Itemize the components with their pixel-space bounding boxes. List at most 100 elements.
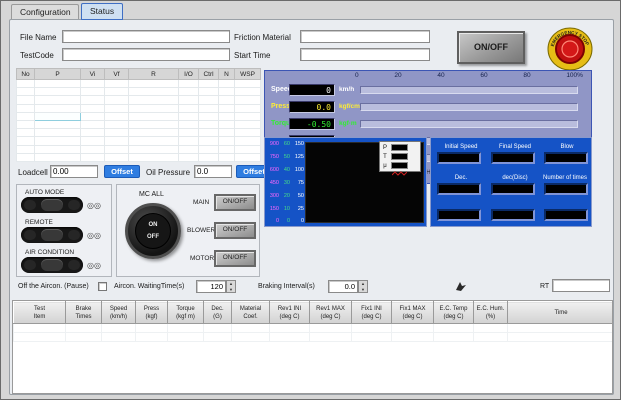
motor-onoff-toggle-button[interactable]: ON/OFF	[214, 250, 256, 267]
schedule-cell[interactable]	[199, 80, 219, 88]
schedule-cell[interactable]	[235, 137, 261, 145]
schedule-cell[interactable]	[129, 80, 179, 88]
schedule-cell[interactable]	[105, 88, 129, 96]
schedule-cell[interactable]	[105, 104, 129, 112]
schedule-cell[interactable]	[219, 80, 235, 88]
schedule-cell[interactable]	[199, 137, 219, 145]
schedule-cell[interactable]	[17, 145, 35, 153]
blower-onoff-toggle-button[interactable]: ON/OFF	[214, 222, 256, 239]
schedule-cell[interactable]	[219, 104, 235, 112]
schedule-cell[interactable]	[179, 104, 199, 112]
mc-all-knob[interactable]: ON OFF	[125, 203, 181, 259]
schedule-cell[interactable]	[35, 80, 81, 88]
schedule-cell[interactable]	[129, 129, 179, 137]
col-brake-times[interactable]: BrakeTimes	[66, 302, 102, 324]
braking-interval-input[interactable]	[328, 280, 358, 293]
schedule-cell[interactable]	[199, 88, 219, 96]
schedule-cell[interactable]	[81, 96, 105, 104]
col-time[interactable]: Time	[508, 302, 614, 324]
testcode-input[interactable]	[62, 48, 230, 61]
schedule-cell[interactable]	[129, 96, 179, 104]
schedule-cell[interactable]	[179, 129, 199, 137]
schedule-cell[interactable]	[199, 104, 219, 112]
schedule-cell[interactable]	[199, 129, 219, 137]
schedule-cell[interactable]	[105, 153, 129, 161]
col-ec-temp[interactable]: E.C. Temp(deg C)	[434, 302, 474, 324]
schedule-cell[interactable]	[235, 88, 261, 96]
col-speed[interactable]: Speed(km/h)	[102, 302, 136, 324]
col-fix1-ini[interactable]: Fix1 INI(deg C)	[352, 302, 392, 324]
schedule-cell[interactable]	[81, 129, 105, 137]
schedule-cell[interactable]	[219, 145, 235, 153]
schedule-cell[interactable]	[35, 96, 81, 104]
air-condition-toggle[interactable]	[21, 257, 83, 273]
schedule-cell[interactable]	[81, 120, 105, 128]
schedule-cell[interactable]	[17, 129, 35, 137]
schedule-cell[interactable]	[129, 112, 179, 120]
schedule-cell[interactable]	[17, 120, 35, 128]
schedule-cell[interactable]	[219, 137, 235, 145]
schedule-cell[interactable]	[199, 96, 219, 104]
schedule-cell[interactable]	[219, 153, 235, 161]
aircon-waiting-input[interactable]	[196, 280, 226, 293]
friction-material-input[interactable]	[300, 30, 430, 43]
tab-status[interactable]: Status	[81, 3, 123, 20]
file-name-input[interactable]	[62, 30, 230, 43]
auto-mode-toggle[interactable]	[21, 197, 83, 213]
schedule-cell[interactable]	[219, 129, 235, 137]
schedule-cell[interactable]	[81, 137, 105, 145]
col-test-item[interactable]: TestItem	[14, 302, 66, 324]
schedule-cell[interactable]	[129, 120, 179, 128]
schedule-cell[interactable]	[129, 145, 179, 153]
schedule-cell[interactable]	[17, 80, 35, 88]
col-fix1-max[interactable]: Fix1 MAX(deg C)	[392, 302, 434, 324]
schedule-cell[interactable]	[235, 112, 261, 120]
schedule-cell[interactable]	[35, 120, 81, 128]
schedule-cell[interactable]	[219, 112, 235, 120]
remote-toggle[interactable]	[21, 227, 83, 243]
schedule-cell[interactable]	[105, 137, 129, 145]
schedule-cell[interactable]	[129, 88, 179, 96]
col-rev1-max[interactable]: Rev1 MAX(deg C)	[310, 302, 352, 324]
schedule-cell[interactable]	[179, 80, 199, 88]
schedule-cell[interactable]	[35, 88, 81, 96]
schedule-cell[interactable]	[235, 120, 261, 128]
schedule-cell[interactable]	[81, 104, 105, 112]
schedule-cell[interactable]	[129, 104, 179, 112]
schedule-cell[interactable]	[105, 120, 129, 128]
schedule-cell[interactable]	[179, 96, 199, 104]
aircon-waiting-spinner[interactable]: ▲▼	[226, 280, 236, 293]
emergency-stop-button[interactable]: EMERGENCY STOP	[546, 26, 594, 72]
schedule-cell[interactable]	[35, 145, 81, 153]
schedule-cell[interactable]	[179, 137, 199, 145]
schedule-cell[interactable]	[235, 80, 261, 88]
schedule-cell[interactable]	[179, 145, 199, 153]
schedule-cell[interactable]	[105, 96, 129, 104]
schedule-cell[interactable]	[17, 112, 35, 120]
oil-pressure-value-input[interactable]	[194, 165, 232, 178]
schedule-cell[interactable]	[81, 112, 105, 120]
main-onoff-toggle-button[interactable]: ON/OFF	[214, 194, 256, 211]
col-dec[interactable]: Dec.(G)	[204, 302, 232, 324]
schedule-cell[interactable]	[235, 145, 261, 153]
schedule-cell[interactable]	[35, 129, 81, 137]
col-torque[interactable]: Torque(kgf m)	[168, 302, 204, 324]
aircon-pause-checkbox[interactable]	[98, 282, 107, 291]
schedule-cell[interactable]	[17, 137, 35, 145]
tab-configuration[interactable]: Configuration	[11, 4, 79, 20]
schedule-cell[interactable]	[129, 153, 179, 161]
schedule-cell[interactable]	[179, 153, 199, 161]
schedule-cell[interactable]	[17, 104, 35, 112]
schedule-cell[interactable]	[129, 137, 179, 145]
col-press[interactable]: Press(kgf)	[136, 302, 168, 324]
schedule-cell[interactable]	[235, 104, 261, 112]
schedule-cell[interactable]	[105, 145, 129, 153]
schedule-cell[interactable]	[219, 120, 235, 128]
schedule-cell[interactable]	[235, 129, 261, 137]
schedule-cell[interactable]	[199, 153, 219, 161]
schedule-cell[interactable]	[105, 80, 129, 88]
schedule-cell[interactable]	[179, 112, 199, 120]
schedule-cell[interactable]	[35, 153, 81, 161]
rt-input[interactable]	[552, 279, 610, 292]
col-rev1-ini[interactable]: Rev1 INI(deg C)	[270, 302, 310, 324]
